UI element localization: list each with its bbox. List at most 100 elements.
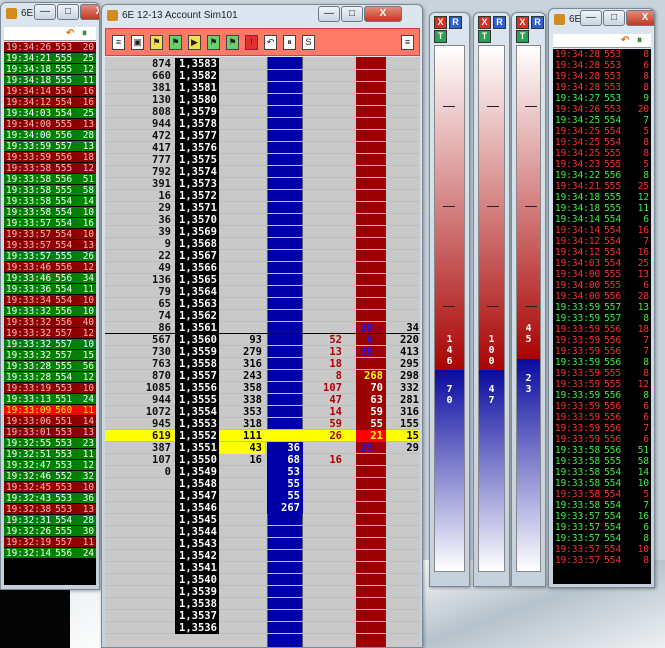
toolbar-button[interactable]: ▣ — [131, 35, 144, 50]
tape-time: 19:32:26 — [6, 526, 52, 537]
ladder-row[interactable]: 1,3540 — [105, 574, 420, 586]
left-tape-titlebar[interactable]: 6E ... — □ X — [1, 3, 99, 25]
close-x-button[interactable]: X — [478, 16, 491, 29]
dom-titlebar[interactable]: 6E 12-13 Account Sim101 — □ X — [102, 5, 422, 27]
ladder-row[interactable]: 381 1,3581 — [105, 82, 420, 94]
trade-button[interactable]: T — [516, 30, 529, 43]
ladder-row[interactable]: 730 1,3559 279 13 38 413 — [105, 346, 420, 358]
ladder-row[interactable]: 0 1,3549 53 — [105, 466, 420, 478]
ladder-row[interactable]: 10721,355435314959316 — [105, 406, 420, 418]
tape-price: 555 — [55, 526, 73, 537]
ladder-row[interactable]: 29 1,3571 — [105, 202, 420, 214]
maximize-button[interactable]: □ — [341, 6, 363, 22]
ladder-row[interactable]: 36 1,3570 — [105, 214, 420, 226]
tape-time: 19:33:28 — [6, 372, 52, 383]
ladder-row[interactable]: 1,3548 55 — [105, 478, 420, 490]
ladder-row[interactable]: 49 1,3566 — [105, 262, 420, 274]
maximize-button[interactable]: □ — [57, 4, 79, 20]
ladder-row[interactable]: 1,3545 — [105, 514, 420, 526]
tape-price: 551 — [55, 416, 73, 427]
trade-button[interactable]: T — [434, 30, 447, 43]
tape-price: 556 — [604, 357, 622, 368]
ladder-row[interactable]: 792 1,3574 — [105, 166, 420, 178]
close-button[interactable]: X — [626, 10, 654, 26]
toolbar-button[interactable]: ⏸ — [283, 35, 296, 50]
tape-row: 19:33:57 554 16 — [4, 218, 96, 229]
ladder-row[interactable]: 1,3538 — [105, 598, 420, 610]
maximize-button[interactable]: □ — [603, 10, 625, 26]
undo-icon[interactable]: ↶ — [621, 35, 629, 46]
ladder-row[interactable]: 1,3546 267 — [105, 502, 420, 514]
ladder-row[interactable]: 660 1,3582 — [105, 70, 420, 82]
minimize-button[interactable]: — — [318, 6, 340, 22]
reset-button[interactable]: R — [449, 16, 462, 29]
ladder-row[interactable]: 1,3542 — [105, 550, 420, 562]
close-x-button[interactable]: X — [516, 16, 529, 29]
ladder-row[interactable]: 10851,35563581071670332 — [105, 382, 420, 394]
ladder-row[interactable]: 136 1,3565 — [105, 274, 420, 286]
ladder-row[interactable]: 1,3536 — [105, 622, 420, 634]
ladder-row[interactable]: 567 1,3560 93 52 6 220 — [105, 334, 420, 346]
ladder-row[interactable]: 387 1,3551 43 36 29 29 — [105, 442, 420, 454]
ladder-row[interactable]: 874 1,3583 — [105, 58, 420, 70]
toolbar-button[interactable]: ⚑ — [226, 35, 239, 50]
ladder-row[interactable]: 391 1,3573 — [105, 178, 420, 190]
tape-time: 19:33:57 — [6, 229, 52, 240]
price-cell: 1,3573 — [175, 178, 219, 190]
ladder-row[interactable]: 39 1,3569 — [105, 226, 420, 238]
toolbar-button[interactable]: ⚑ — [207, 35, 220, 50]
ladder-row[interactable]: 417 1,3576 — [105, 142, 420, 154]
ladder-row[interactable]: 65 1,3563 — [105, 298, 420, 310]
close-button[interactable]: X — [80, 4, 99, 20]
bid-volume-cell: 43 — [219, 442, 265, 454]
ladder-row[interactable]: 472 1,3577 — [105, 130, 420, 142]
toolbar-button[interactable]: S — [302, 35, 315, 50]
pause-icon[interactable]: ⏸ — [637, 35, 642, 46]
trade-button[interactable]: T — [478, 30, 491, 43]
digit: 4 — [525, 323, 532, 334]
toolbar-button[interactable]: ≡ — [112, 35, 125, 50]
ladder-row[interactable]: 130 1,3580 — [105, 94, 420, 106]
ladder-row[interactable]: 619 1,3552 111 26 21 15 — [105, 430, 420, 442]
toolbar-button[interactable]: ⚑ — [150, 35, 163, 50]
tape-size: 11 — [82, 75, 94, 86]
ladder-row[interactable]: 808 1,3579 — [105, 106, 420, 118]
price-cell: 1,3563 — [175, 298, 219, 310]
ladder-row[interactable]: 1,3543 — [105, 538, 420, 550]
close-x-button[interactable]: X — [434, 16, 447, 29]
undo-icon[interactable]: ↶ — [66, 28, 74, 39]
ladder-row[interactable]: 944 1,3578 — [105, 118, 420, 130]
ladder-row[interactable]: 777 1,3575 — [105, 154, 420, 166]
ladder-row[interactable]: 1,3547 55 — [105, 490, 420, 502]
ladder-row[interactable]: 107 1,3550 16 68 16 — [105, 454, 420, 466]
minimize-button[interactable]: — — [580, 10, 602, 26]
tape-row: 19:34:00 555 13 — [553, 269, 651, 280]
ladder-row[interactable]: 9451,3553318591655155 — [105, 418, 420, 430]
toolbar-button[interactable]: ▶ — [188, 35, 201, 50]
reset-button[interactable]: R — [493, 16, 506, 29]
ladder-row[interactable]: 870 1,3557 243 8 268 298 — [105, 370, 420, 382]
pause-icon[interactable]: ⏸ — [82, 28, 87, 39]
minimize-button[interactable]: — — [34, 4, 56, 20]
ladder-row[interactable]: 1,3537 — [105, 610, 420, 622]
reset-button[interactable]: R — [531, 16, 544, 29]
ladder-row[interactable]: 763 1,3558 316 18 295 — [105, 358, 420, 370]
ladder-row[interactable]: 1,3544 — [105, 526, 420, 538]
ladder-row[interactable]: 9 1,3568 — [105, 238, 420, 250]
toolbar-button[interactable]: ↶ — [264, 35, 277, 50]
ladder-row[interactable]: 1,3539 — [105, 586, 420, 598]
ladder-row[interactable]: 22 1,3567 — [105, 250, 420, 262]
toolbar-button[interactable]: ! — [245, 35, 258, 50]
ladder-row[interactable]: 1,3541 — [105, 562, 420, 574]
right-tape-titlebar[interactable]: 6E ... — □ X — [549, 9, 654, 31]
scale-tick — [443, 306, 455, 307]
ladder-row[interactable]: 16 1,3572 — [105, 190, 420, 202]
tape-price: 556 — [55, 306, 73, 317]
ladder-row[interactable]: 9441,355533847463281 — [105, 394, 420, 406]
close-button[interactable]: X — [364, 6, 402, 22]
ladder-row[interactable]: 79 1,3564 — [105, 286, 420, 298]
toolbar-button[interactable]: ⚑ — [169, 35, 182, 50]
ladder-row[interactable]: 74 1,3562 — [105, 310, 420, 322]
menu-icon[interactable]: ≡ — [401, 35, 414, 50]
tape-price: 556 — [55, 273, 73, 284]
